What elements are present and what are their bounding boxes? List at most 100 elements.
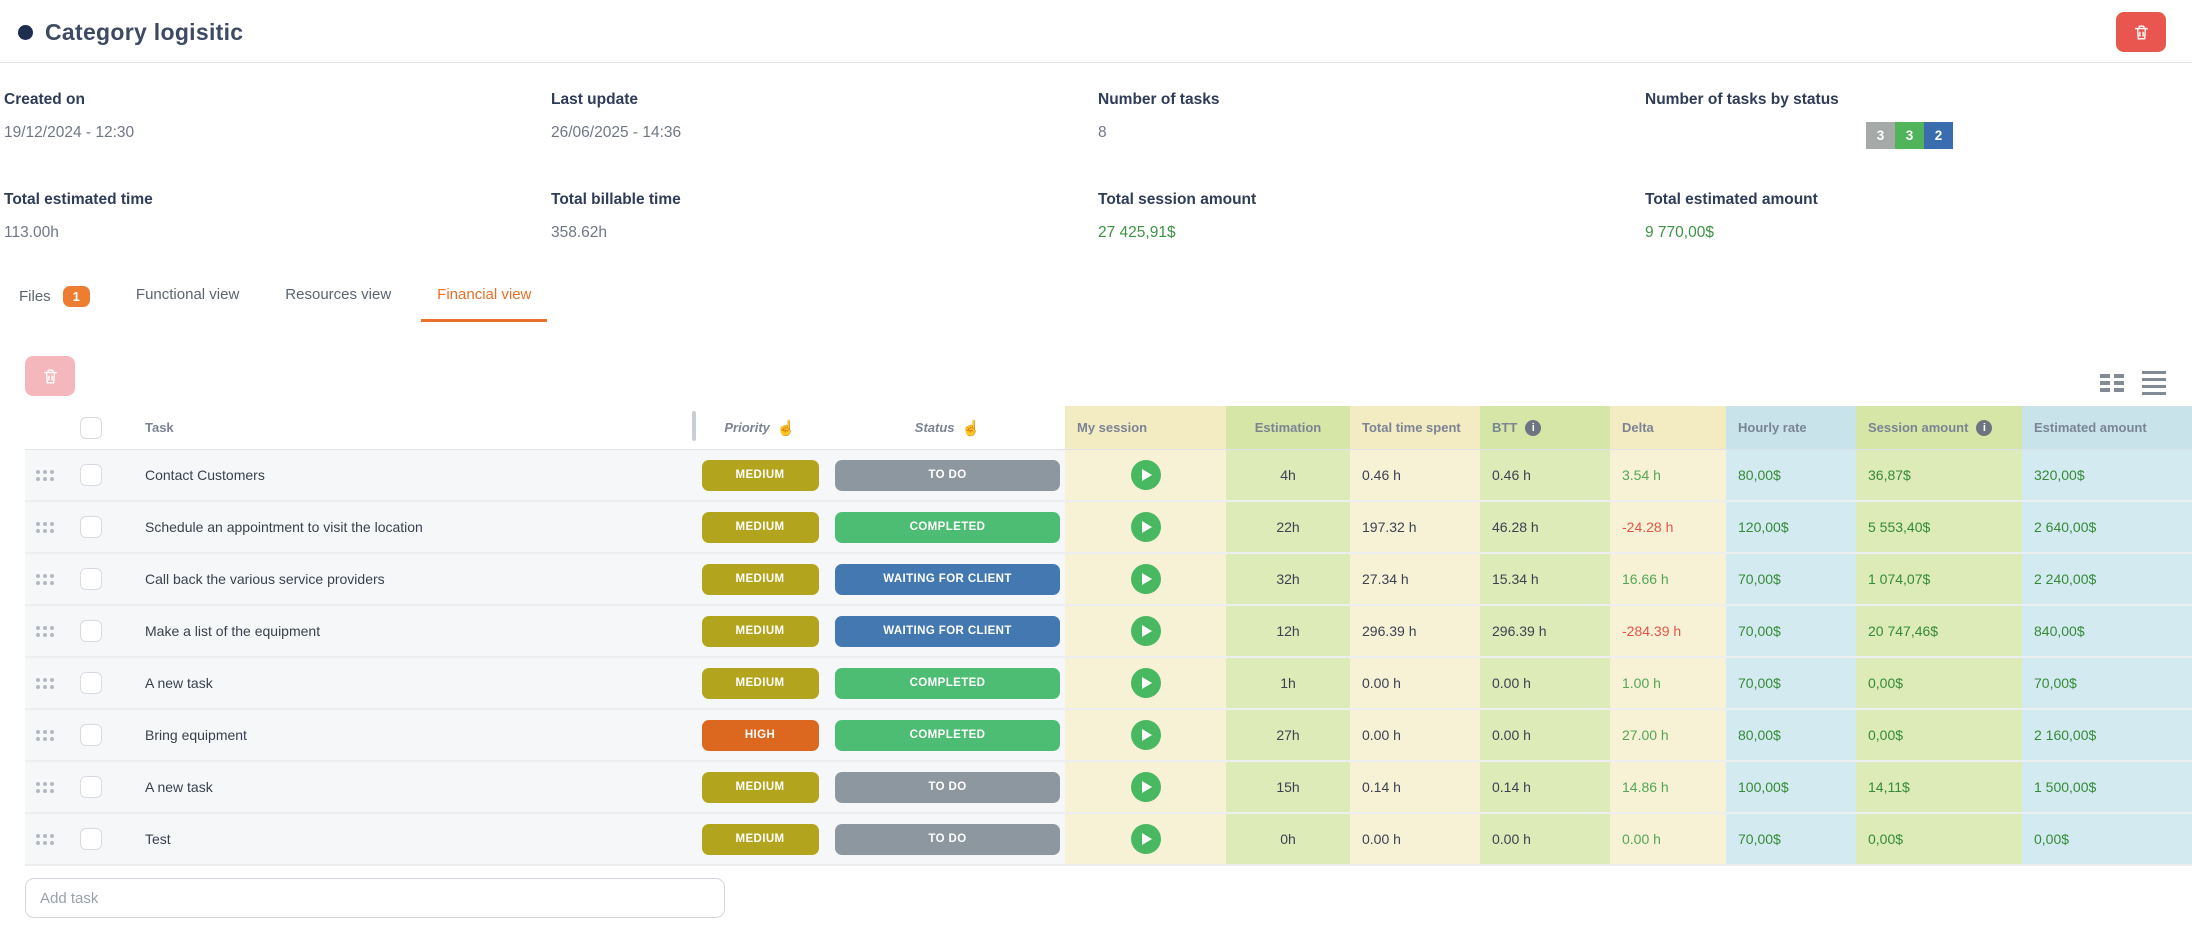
hourly-rate-cell: 80,00$: [1726, 710, 1856, 762]
task-name-cell[interactable]: Test: [117, 814, 690, 866]
status-count-badge: 3: [1895, 122, 1924, 149]
delta-cell: -24.28 h: [1610, 502, 1726, 554]
task-name-cell[interactable]: A new task: [117, 658, 690, 710]
row-checkbox[interactable]: [80, 620, 102, 642]
estimation-cell: 32h: [1226, 554, 1350, 606]
table-row: A new taskMEDIUMCOMPLETED1h0.00 h0.00 h1…: [25, 658, 2192, 710]
row-select-cell: [65, 606, 117, 658]
start-session-button[interactable]: [1131, 460, 1161, 490]
play-icon: [1142, 469, 1152, 481]
priority-badge[interactable]: MEDIUM: [702, 616, 819, 647]
task-name-cell[interactable]: A new task: [117, 762, 690, 814]
my-session-cell: [1065, 502, 1226, 554]
drag-dots-icon: [36, 574, 54, 585]
session-amount-cell: 0,00$: [1856, 814, 2022, 866]
row-checkbox[interactable]: [80, 828, 102, 850]
priority-badge[interactable]: MEDIUM: [702, 460, 819, 491]
task-name-cell[interactable]: Contact Customers: [117, 450, 690, 502]
start-session-button[interactable]: [1131, 512, 1161, 542]
tab-functional-view[interactable]: Functional view: [120, 278, 255, 322]
header-priority[interactable]: Priority ☝: [690, 406, 830, 449]
table-row: Call back the various service providers M…: [25, 554, 2192, 606]
drag-handle[interactable]: [25, 762, 65, 814]
priority-badge[interactable]: MEDIUM: [702, 824, 819, 855]
table-row: Contact CustomersMEDIUMTO DO4h0.46 h0.46…: [25, 450, 2192, 502]
row-checkbox[interactable]: [80, 516, 102, 538]
status-cell: TO DO: [830, 762, 1065, 814]
total-time-spent-cell: 0.00 h: [1350, 710, 1480, 762]
row-checkbox[interactable]: [80, 672, 102, 694]
delta-cell: 14.86 h: [1610, 762, 1726, 814]
status-badge[interactable]: WAITING FOR CLIENT: [835, 564, 1060, 595]
start-session-button[interactable]: [1131, 564, 1161, 594]
drag-handle[interactable]: [25, 554, 65, 606]
start-session-button[interactable]: [1131, 824, 1161, 854]
delta-cell: -284.39 h: [1610, 606, 1726, 658]
estimated-amount-cell: 2 240,00$: [2022, 554, 2192, 606]
header-drag-gutter: [25, 406, 65, 449]
status-badge[interactable]: TO DO: [835, 824, 1060, 855]
drag-handle[interactable]: [25, 502, 65, 554]
header-task[interactable]: Task: [117, 406, 690, 449]
priority-badge[interactable]: MEDIUM: [702, 512, 819, 543]
start-session-button[interactable]: [1131, 772, 1161, 802]
play-icon: [1142, 781, 1152, 793]
status-badge[interactable]: COMPLETED: [835, 668, 1060, 699]
status-badge[interactable]: COMPLETED: [835, 720, 1060, 751]
stat-total-billable-time: Total billable time 358.62h: [551, 191, 1098, 242]
btt-cell: 0.00 h: [1480, 658, 1610, 710]
status-count-badges: 332: [1866, 122, 2192, 149]
status-count-badge: 3: [1866, 122, 1895, 149]
files-count-badge: 1: [63, 286, 90, 307]
list-view-icon[interactable]: [2142, 371, 2166, 396]
drag-handle[interactable]: [25, 658, 65, 710]
tab-files[interactable]: Files1: [3, 278, 106, 326]
priority-badge[interactable]: MEDIUM: [702, 564, 819, 595]
row-checkbox[interactable]: [80, 568, 102, 590]
task-name-cell[interactable]: Make a list of the equipment: [117, 606, 690, 658]
my-session-cell: [1065, 762, 1226, 814]
column-view-icon[interactable]: [2100, 374, 2124, 392]
drag-handle[interactable]: [25, 606, 65, 658]
btt-cell: 296.39 h: [1480, 606, 1610, 658]
header-select-all[interactable]: [65, 406, 117, 449]
add-task-input[interactable]: [25, 878, 725, 918]
status-badge[interactable]: TO DO: [835, 772, 1060, 803]
btt-info-icon[interactable]: i: [1525, 420, 1541, 436]
drag-handle[interactable]: [25, 450, 65, 502]
status-badge[interactable]: WAITING FOR CLIENT: [835, 616, 1060, 647]
priority-badge[interactable]: MEDIUM: [702, 668, 819, 699]
tab-resources-view[interactable]: Resources view: [269, 278, 407, 322]
priority-badge[interactable]: HIGH: [702, 720, 819, 751]
row-checkbox[interactable]: [80, 464, 102, 486]
column-resize-handle[interactable]: [692, 411, 696, 441]
priority-cell: HIGH: [690, 710, 830, 762]
start-session-button[interactable]: [1131, 668, 1161, 698]
task-name-cell[interactable]: Call back the various service providers: [117, 554, 690, 606]
priority-cell: MEDIUM: [690, 450, 830, 502]
status-badge[interactable]: TO DO: [835, 460, 1060, 491]
header-status[interactable]: Status ☝: [830, 406, 1065, 449]
tab-financial-view[interactable]: Financial view: [421, 278, 547, 322]
session-amount-info-icon[interactable]: i: [1976, 420, 1992, 436]
task-name-cell[interactable]: Bring equipment: [117, 710, 690, 762]
task-name-cell[interactable]: Schedule an appointment to visit the loc…: [117, 502, 690, 554]
total-time-spent-cell: 0.46 h: [1350, 450, 1480, 502]
drag-handle[interactable]: [25, 710, 65, 762]
priority-badge[interactable]: MEDIUM: [702, 772, 819, 803]
delete-selected-tasks-button[interactable]: [25, 356, 75, 396]
row-checkbox[interactable]: [80, 776, 102, 798]
start-session-button[interactable]: [1131, 720, 1161, 750]
start-session-button[interactable]: [1131, 616, 1161, 646]
row-checkbox[interactable]: [80, 724, 102, 746]
hourly-rate-cell: 70,00$: [1726, 814, 1856, 866]
delete-category-button[interactable]: [2116, 12, 2166, 52]
drag-handle[interactable]: [25, 814, 65, 866]
select-all-checkbox[interactable]: [80, 417, 102, 439]
status-badge[interactable]: COMPLETED: [835, 512, 1060, 543]
header-estimated-amount: Estimated amount: [2022, 406, 2192, 449]
drag-dots-icon: [36, 834, 54, 845]
row-select-cell: [65, 554, 117, 606]
estimation-cell: 4h: [1226, 450, 1350, 502]
my-session-cell: [1065, 658, 1226, 710]
